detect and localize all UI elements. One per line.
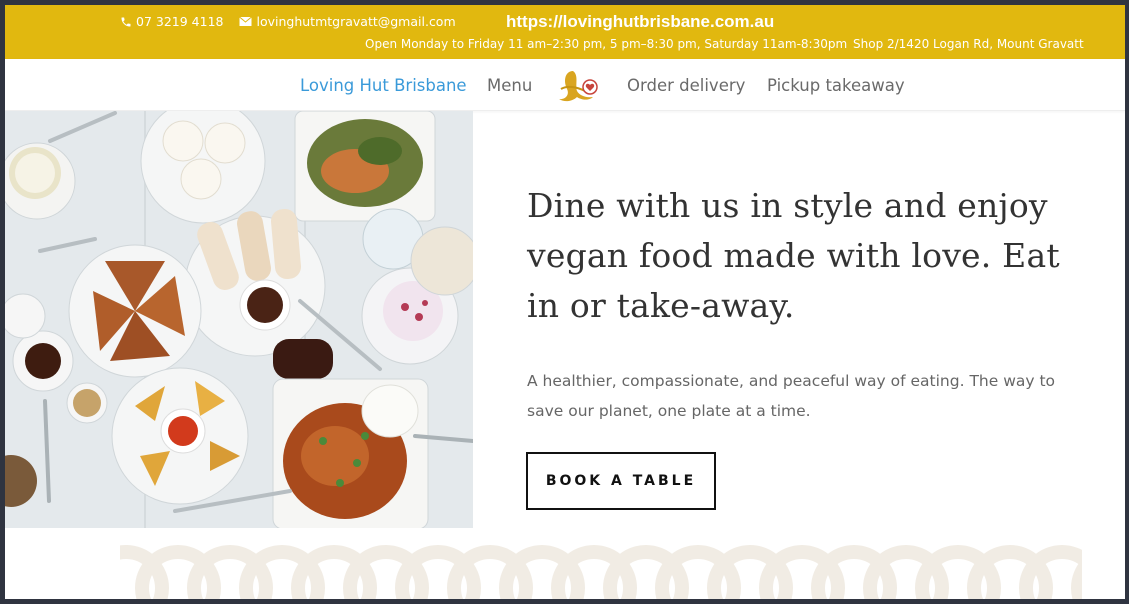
site-logo[interactable]	[555, 67, 601, 105]
decorative-arc-pattern	[120, 540, 1082, 599]
nav-item-order-delivery[interactable]: Order delivery	[627, 76, 745, 95]
browser-viewport: 07 3219 4118 lovinghutmtgravatt@gmail.co…	[5, 5, 1125, 599]
phone-link[interactable]: 07 3219 4118	[120, 14, 223, 29]
book-table-button[interactable]: BOOK A TABLE	[526, 452, 716, 510]
phone-number: 07 3219 4118	[136, 14, 224, 29]
shop-address: Shop 2/1420 Logan Rd, Mount Gravatt	[853, 37, 1084, 51]
site-url[interactable]: https://lovinghutbrisbane.com.au	[506, 12, 774, 32]
opening-hours: Open Monday to Friday 11 am–2:30 pm, 5 p…	[365, 37, 848, 51]
nav-item-pickup-takeaway[interactable]: Pickup takeaway	[767, 76, 905, 95]
email-link[interactable]: lovinghutmtgravatt@gmail.com	[239, 14, 456, 29]
top-info-bar: 07 3219 4118 lovinghutmtgravatt@gmail.co…	[5, 5, 1125, 59]
phone-icon	[121, 17, 131, 26]
arc-pattern-graphic	[120, 545, 1082, 599]
email-address: lovinghutmtgravatt@gmail.com	[256, 14, 456, 29]
hero-subtext: A healthier, compassionate, and peaceful…	[527, 372, 1056, 420]
hero-food-photo	[5, 111, 473, 528]
hero-headline: Dine with us in style and enjoy vegan fo…	[527, 186, 1060, 325]
nav-item-home[interactable]: Loving Hut Brisbane	[300, 76, 467, 95]
loving-hut-logo-icon	[559, 71, 598, 102]
envelope-icon	[239, 16, 253, 26]
contact-info: 07 3219 4118 lovinghutmtgravatt@gmail.co…	[120, 14, 456, 29]
main-navigation: Loving Hut Brisbane Menu Order delivery …	[5, 59, 1125, 111]
food-table-image	[5, 111, 473, 528]
nav-item-menu[interactable]: Menu	[487, 76, 532, 95]
